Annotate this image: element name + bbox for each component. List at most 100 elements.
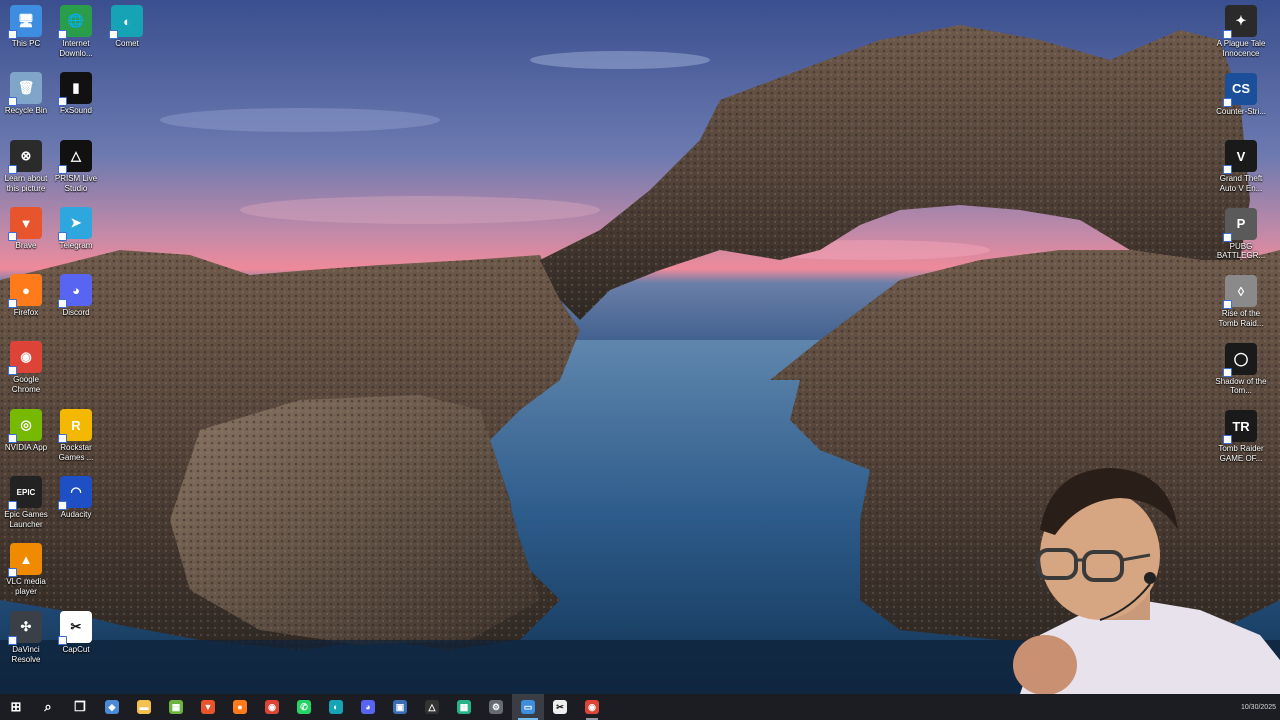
taskbar-active-window-button[interactable]: ▭ (512, 694, 544, 720)
clock[interactable]: 10/30/2025 (1241, 703, 1276, 712)
taskbar-whatsapp-button[interactable]: ✆ (288, 694, 320, 720)
desktop-icon-internet-download-manager[interactable]: 🌐 Internet Downlo... (50, 5, 102, 58)
desktop-icon-rise-tomb-raider[interactable]: ◊ Rise of the Tomb Raid... (1215, 275, 1267, 328)
audacity-icon: ◠ (58, 476, 92, 510)
telegram-icon: ➤ (58, 207, 92, 241)
taskbar-chrome-2-button[interactable]: ◉ (576, 694, 608, 720)
desktop-icon-label: DaVinci Resolve (11, 645, 41, 664)
shortcut-arrow-icon (1223, 232, 1232, 242)
whatsapp-icon: ✆ (297, 700, 311, 714)
taskbar-prism-button[interactable]: △ (416, 694, 448, 720)
desktop-icon-firefox[interactable]: ● Firefox (0, 274, 52, 318)
firefox-icon: ● (8, 274, 42, 308)
taskbar-copilot-button[interactable]: ◆ (96, 694, 128, 720)
desktop-icon-epic-games[interactable]: EPIC Epic Games Launcher (0, 476, 52, 529)
taskbar-firefox-button[interactable]: ● (224, 694, 256, 720)
desktop-icon-discord[interactable]: ◕ Discord (50, 274, 102, 318)
settings-icon: ⚙ (489, 700, 503, 714)
taskbar-start-button[interactable]: ⊞ (0, 694, 32, 720)
taskbar-store-button[interactable]: ▦ (160, 694, 192, 720)
desktop-icon-label: CapCut (62, 645, 90, 654)
clock-date: 10/30/2025 (1240, 703, 1276, 711)
desktop-icon-label: Internet Downlo... (59, 39, 93, 58)
shortcut-arrow-icon (58, 636, 67, 645)
desktop-icon-label: Firefox (13, 308, 39, 317)
shortcut-arrow-icon (109, 30, 118, 39)
task-view-icon: ❐ (74, 699, 86, 714)
desktop-icon-rockstar-games[interactable]: R Rockstar Games ... (50, 409, 102, 462)
shortcut-arrow-icon (1223, 367, 1232, 377)
taskbar-capcut-button[interactable]: ✂ (544, 694, 576, 720)
capcut-icon: ✂ (553, 700, 567, 714)
taskbar-discord-button[interactable]: ◕ (352, 694, 384, 720)
webcam-overlay (1000, 460, 1280, 694)
taskbar-app-green-button[interactable]: ▩ (448, 694, 480, 720)
desktop-icon-audacity[interactable]: ◠ Audacity (50, 476, 102, 520)
comet-icon: ◐ (109, 5, 143, 39)
taskbar-comet-button[interactable]: ◐ (320, 694, 352, 720)
taskbar-search-button[interactable]: ⌕ (32, 694, 64, 720)
shortcut-arrow-icon (1223, 300, 1232, 309)
desktop-icon-shadow-tomb-raider[interactable]: ◯ Shadow of the Tom... (1215, 342, 1267, 396)
desktop-icon-davinci-resolve[interactable]: ✣ DaVinci Resolve (0, 611, 52, 664)
desktop-icon-label: Audacity (60, 510, 92, 519)
desktop-icon-brave[interactable]: ▼ Brave (0, 207, 52, 251)
learn-about-picture-icon: ⊗ (8, 140, 42, 174)
desktop-icon-google-chrome[interactable]: ◉ Google Chrome (0, 341, 52, 394)
desktop-icon-nvidia-app[interactable]: ◎ NVIDIA App (0, 409, 52, 453)
shortcut-arrow-icon (58, 97, 67, 106)
desktop-icon-label: Shadow of the Tom... (1215, 376, 1267, 396)
desktop-icon-capcut[interactable]: ✂ CapCut (50, 611, 102, 655)
brave-icon: ▼ (201, 700, 215, 714)
desktop-icon-label: Discord (62, 308, 90, 317)
desktop-icon-gta-v[interactable]: V Grand Theft Auto V En... (1215, 140, 1267, 193)
taskbar-chrome-button[interactable]: ◉ (256, 694, 288, 720)
desktop-icon-label: This PC (11, 39, 41, 48)
active-window-icon: ▭ (521, 700, 535, 714)
taskbar-settings-button[interactable]: ⚙ (480, 694, 512, 720)
desktop-icon-learn-about-picture[interactable]: ⊗ Learn about this picture (0, 140, 52, 193)
nvidia-app-icon: ◎ (8, 409, 42, 443)
taskbar-app-blue-button[interactable]: ▣ (384, 694, 416, 720)
store-icon: ▦ (169, 700, 183, 714)
taskbar-file-explorer-button[interactable]: ▬ (128, 694, 160, 720)
desktop-icon-label: Recycle Bin (4, 106, 48, 115)
desktop-icon-label: Comet (115, 39, 139, 48)
desktop-icon-prism-live-studio[interactable]: △ PRISM Live Studio (50, 140, 102, 193)
desktop-icon-label: Google Chrome (11, 375, 41, 394)
desktop-icon-vlc[interactable]: ▲ VLC media player (0, 543, 52, 596)
desktop-icon-telegram[interactable]: ➤ Telegram (50, 207, 102, 251)
desktop-icon-recycle-bin[interactable]: 🗑 Recycle Bin (0, 72, 52, 116)
desktop-icon-fxsound[interactable]: ▮ FxSound (50, 72, 102, 116)
davinci-resolve-icon: ✣ (8, 611, 42, 645)
shortcut-arrow-icon (1223, 30, 1232, 39)
desktop-icon-label: PRISM Live Studio (54, 174, 98, 193)
shortcut-arrow-icon (58, 299, 67, 308)
shortcut-arrow-icon (8, 434, 17, 443)
discord-icon: ◕ (58, 274, 92, 308)
desktop-icon-label: NVIDIA App (4, 443, 48, 452)
recycle-bin-icon: 🗑 (8, 72, 42, 106)
taskbar-brave-button[interactable]: ▼ (192, 694, 224, 720)
desktop-icon-a-plague-tale[interactable]: ✦ A Plague Tale Innocence (1215, 5, 1267, 58)
chrome-2-icon: ◉ (585, 700, 599, 714)
comet-icon: ◐ (329, 700, 343, 714)
taskbar-task-view-button[interactable]: ❐ (64, 694, 96, 720)
discord-icon: ◕ (361, 700, 375, 714)
desktop-icon-label: Rockstar Games ... (58, 443, 94, 462)
desktop-icon-this-pc[interactable]: 🖥 This PC (0, 5, 52, 49)
shortcut-arrow-icon (8, 30, 17, 39)
firefox-icon: ● (233, 700, 247, 714)
shortcut-arrow-icon (8, 232, 17, 241)
shortcut-arrow-icon (8, 366, 17, 375)
desktop-icon-label: Learn about this picture (4, 174, 48, 193)
desktop-icon-pubg[interactable]: P PUBG BATTLEGR... (1215, 207, 1267, 261)
desktop-icon-tomb-raider-goty[interactable]: TR Tomb Raider GAME OF... (1215, 410, 1267, 463)
vlc-icon: ▲ (8, 543, 42, 577)
brave-icon: ▼ (8, 207, 42, 241)
desktop-icon-counter-strike[interactable]: CS Counter-Stri... (1215, 72, 1267, 117)
desktop-icon-comet[interactable]: ◐ Comet (101, 5, 153, 49)
prism-icon: △ (425, 700, 439, 714)
shortcut-arrow-icon (1223, 435, 1232, 444)
shadow-tomb-raider-icon: ◯ (1223, 342, 1257, 377)
